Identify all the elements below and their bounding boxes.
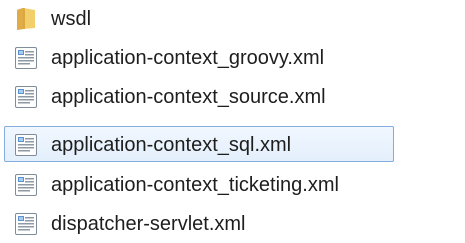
file-list: wsdl application-context_groovy.xml appl… [0,0,465,243]
xml-file-icon [13,85,39,109]
file-name: wsdl [51,8,92,30]
folder-icon [13,7,39,31]
file-row-source[interactable]: application-context_source.xml [4,78,394,114]
file-name: application-context_sql.xml [51,134,292,156]
file-row-dispatcher[interactable]: dispatcher-servlet.xml [4,205,394,241]
file-name: application-context_source.xml [51,86,326,108]
file-name: dispatcher-servlet.xml [51,213,246,235]
xml-file-icon [13,46,39,70]
xml-file-icon [13,173,39,197]
xml-file-icon [13,133,39,157]
file-row-ticketing[interactable]: application-context_ticketing.xml [4,166,394,202]
file-row-sql[interactable]: application-context_sql.xml [4,126,394,162]
file-row-groovy[interactable]: application-context_groovy.xml [4,39,394,75]
file-name: application-context_groovy.xml [51,47,325,69]
file-name: application-context_ticketing.xml [51,174,339,196]
file-row-wsdl[interactable]: wsdl [4,0,394,36]
xml-file-icon [13,212,39,236]
